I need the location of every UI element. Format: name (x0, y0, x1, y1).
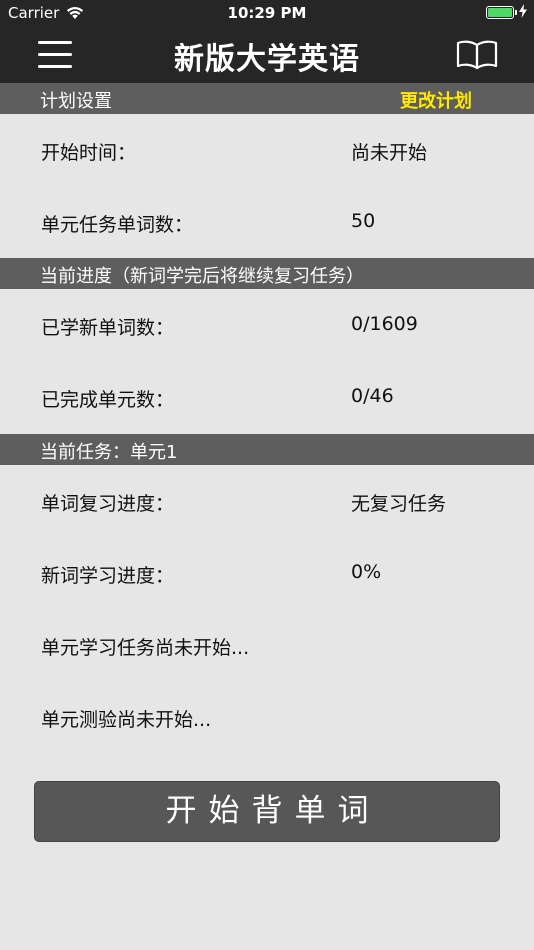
review-progress-value: 无复习任务 (351, 493, 447, 515)
progress-section-title: 当前进度（新词学完后将继续复习任务） (40, 266, 364, 287)
book-icon[interactable] (456, 39, 498, 71)
review-progress-label: 单词复习进度： (41, 493, 175, 515)
completed-units-label: 已完成单元数： (41, 389, 175, 411)
page-title: 新版大学英语 (174, 42, 360, 77)
progress-section-header: 当前进度（新词学完后将继续复习任务） (0, 258, 534, 289)
plan-section-header: 计划设置 更改计划 (0, 83, 534, 114)
learned-words-value: 0/1609 (351, 313, 418, 335)
change-plan-button[interactable]: 更改计划 (400, 87, 472, 113)
start-time-value: 尚未开始 (351, 142, 428, 164)
battery-tip (515, 10, 517, 15)
words-per-unit-label: 单元任务单词数： (41, 214, 194, 236)
task-section-title: 当前任务：单元1 (40, 442, 178, 463)
unit-test-status: 单元测验尚未开始... (41, 709, 212, 731)
task-section-header: 当前任务：单元1 (0, 434, 534, 465)
completed-units-value: 0/46 (351, 385, 394, 407)
unit-task-status: 单元学习任务尚未开始... (41, 637, 250, 659)
battery-level (488, 8, 512, 17)
status-time: 10:29 PM (227, 4, 307, 22)
words-per-unit-value: 50 (351, 210, 376, 232)
start-time-label: 开始时间： (41, 142, 137, 164)
top-bar: Carrier 10:29 PM 新版大学英语 (0, 0, 534, 83)
battery-icon (486, 6, 517, 19)
plan-section-title: 计划设置 (40, 91, 112, 112)
new-word-progress-value: 0% (351, 561, 382, 583)
new-word-progress-label: 新词学习进度： (41, 565, 175, 587)
learned-words-label: 已学新单词数： (41, 317, 175, 339)
start-memorizing-button[interactable]: 开始背单词 (34, 781, 500, 842)
charging-bolt-icon (519, 4, 527, 18)
